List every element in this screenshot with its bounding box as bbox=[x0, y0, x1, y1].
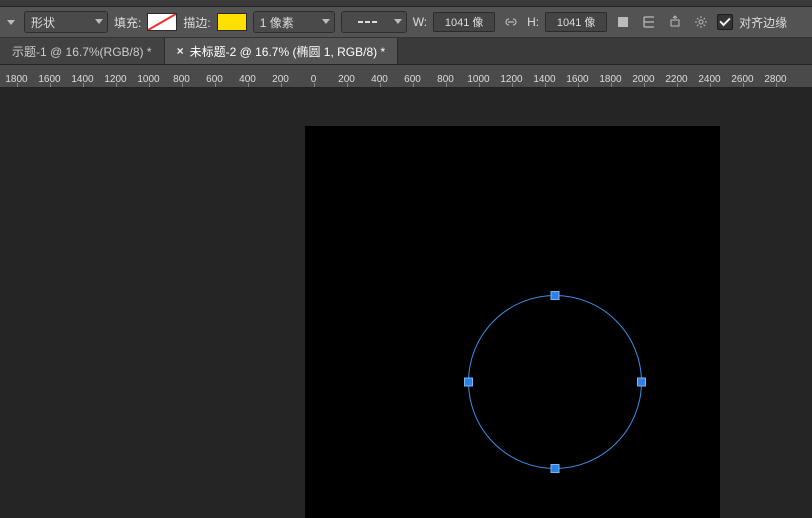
dash-icon bbox=[372, 21, 377, 23]
stroke-width-value: 1 像素 bbox=[260, 14, 294, 31]
close-icon[interactable]: × bbox=[177, 44, 184, 58]
options-bar: 形状 填充: 描边: 1 像素 W: 1041 像 H: 1041 像 对齐边缘 bbox=[0, 7, 812, 38]
ruler-tick: 2400 bbox=[693, 74, 726, 87]
doc-tab-label: 未标题-2 @ 16.7% (椭圆 1, RGB/8) * bbox=[190, 43, 386, 60]
ruler-tick: 2800 bbox=[759, 74, 792, 87]
ruler-tick: 2600 bbox=[726, 74, 759, 87]
ruler-tick: 1600 bbox=[561, 74, 594, 87]
doc-tab-2[interactable]: × 未标题-2 @ 16.7% (椭圆 1, RGB/8) * bbox=[165, 38, 399, 64]
height-label: H: bbox=[527, 15, 539, 29]
doc-tab-1[interactable]: 示题-1 @ 16.7%(RGB/8) * bbox=[0, 38, 165, 64]
transform-handle-right[interactable] bbox=[637, 378, 646, 387]
ruler-tick: 400 bbox=[231, 74, 264, 87]
width-input[interactable]: 1041 像 bbox=[433, 12, 495, 32]
ruler-tick: 1800 bbox=[0, 74, 33, 87]
stroke-width-select[interactable]: 1 像素 bbox=[253, 11, 335, 33]
ruler-tick: 400 bbox=[363, 74, 396, 87]
chevron-down-icon bbox=[322, 19, 330, 24]
ellipse-shape[interactable] bbox=[468, 295, 642, 469]
ruler-tick: 800 bbox=[165, 74, 198, 87]
ruler-tick: 600 bbox=[396, 74, 429, 87]
gear-icon[interactable] bbox=[691, 12, 711, 32]
chevron-down-icon bbox=[394, 19, 402, 24]
path-ops-icon[interactable] bbox=[613, 12, 633, 32]
ruler-tick: 1400 bbox=[66, 74, 99, 87]
link-wh-icon[interactable] bbox=[501, 12, 521, 32]
ruler-tick: 1600 bbox=[33, 74, 66, 87]
stroke-label: 描边: bbox=[183, 14, 210, 31]
chevron-down-icon bbox=[95, 19, 103, 24]
transform-handle-bottom[interactable] bbox=[551, 464, 560, 473]
dash-icon bbox=[365, 21, 370, 23]
dash-icon bbox=[358, 21, 363, 23]
shape-mode-label: 形状 bbox=[31, 14, 55, 31]
ruler-tick: 1200 bbox=[99, 74, 132, 87]
ruler-tick: 1800 bbox=[594, 74, 627, 87]
width-label: W: bbox=[413, 15, 427, 29]
fill-label: 填充: bbox=[114, 14, 141, 31]
ruler-tick: 800 bbox=[429, 74, 462, 87]
ruler-tick: 1000 bbox=[132, 74, 165, 87]
ruler-tick: 200 bbox=[264, 74, 297, 87]
align-icon[interactable] bbox=[639, 12, 659, 32]
ruler-tick: 200 bbox=[330, 74, 363, 87]
align-edges-label: 对齐边缘 bbox=[739, 14, 787, 31]
document-tabs: 示题-1 @ 16.7%(RGB/8) * × 未标题-2 @ 16.7% (椭… bbox=[0, 38, 812, 65]
stroke-style-select[interactable] bbox=[341, 11, 407, 33]
ruler-tick: 1400 bbox=[528, 74, 561, 87]
horizontal-ruler: 1800160014001200100080060040020002004006… bbox=[0, 65, 812, 88]
ruler-tick: 2200 bbox=[660, 74, 693, 87]
ruler-tick: 600 bbox=[198, 74, 231, 87]
align-edges-checkbox[interactable] bbox=[717, 14, 733, 30]
ruler-tick: 0 bbox=[297, 74, 330, 87]
fill-swatch[interactable] bbox=[147, 13, 177, 31]
stroke-swatch[interactable] bbox=[217, 13, 247, 31]
arrange-icon[interactable] bbox=[665, 12, 685, 32]
ellipse-outline bbox=[468, 295, 642, 469]
transform-handle-left[interactable] bbox=[464, 378, 473, 387]
shape-mode-select[interactable]: 形状 bbox=[24, 11, 108, 33]
doc-tab-label: 示题-1 @ 16.7%(RGB/8) * bbox=[12, 43, 152, 60]
menu-bar-placeholder bbox=[0, 0, 812, 7]
ruler-tick: 1000 bbox=[462, 74, 495, 87]
tool-preset-dropdown[interactable] bbox=[4, 12, 18, 32]
ruler-tick: 1200 bbox=[495, 74, 528, 87]
transform-handle-top[interactable] bbox=[551, 291, 560, 300]
height-input[interactable]: 1041 像 bbox=[545, 12, 607, 32]
ruler-tick: 2000 bbox=[627, 74, 660, 87]
canvas-stage[interactable] bbox=[0, 88, 812, 518]
